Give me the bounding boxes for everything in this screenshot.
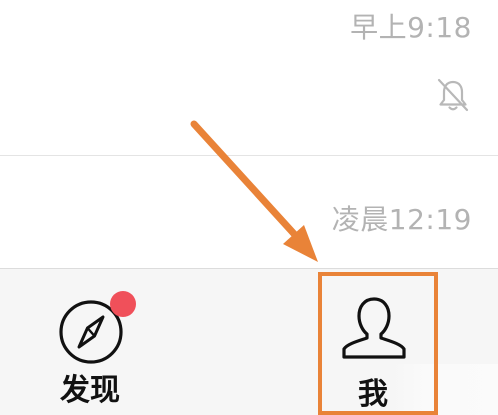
chat-list-item[interactable]: 早上9:18 [0,0,498,155]
chat-list-item[interactable]: 凌晨12:19 [0,156,498,268]
tab-label: 发现 [60,373,120,408]
bell-muted-icon [437,78,469,112]
message-time: 早上9:18 [350,11,472,44]
tab-discover[interactable]: 发现 [30,269,150,415]
message-time: 凌晨12:19 [331,203,472,236]
highlight-box [318,272,438,415]
notification-badge [110,291,136,317]
